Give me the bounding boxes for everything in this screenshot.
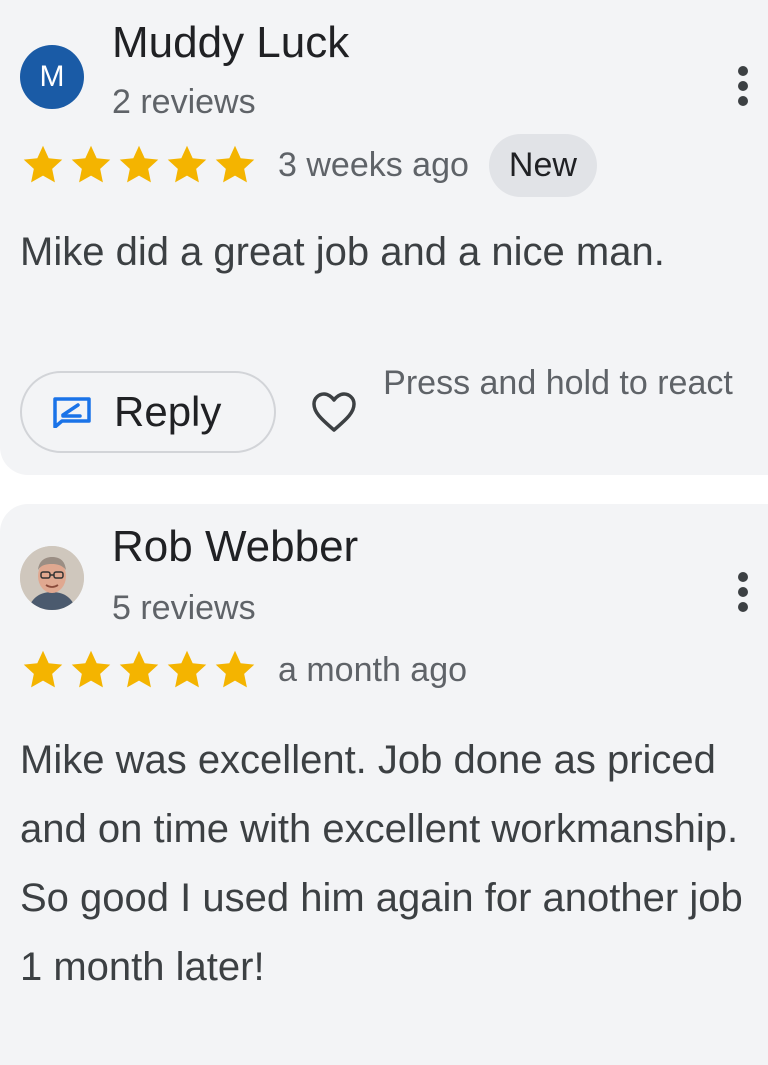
review-text: Mike was excellent. Job done as priced a… (20, 738, 743, 989)
rating-row: 3 weeks ago New (20, 133, 597, 197)
star-icon (71, 145, 111, 183)
avatar-letter: M (39, 60, 65, 93)
time-ago: a month ago (278, 650, 468, 689)
more-vert-icon[interactable] (728, 572, 758, 612)
reviewer-name[interactable]: Rob Webber (112, 522, 358, 572)
react-hint: Press and hold to react (383, 364, 733, 402)
reviewer-name[interactable]: Muddy Luck (112, 18, 349, 68)
rating-row: a month ago (20, 644, 467, 696)
avatar[interactable] (20, 546, 84, 610)
heart-icon[interactable] (310, 390, 358, 434)
review-card: Rob Webber 5 reviews a month ago Mike wa… (0, 504, 768, 1065)
time-ago: 3 weeks ago (278, 145, 469, 184)
star-rating (20, 648, 258, 692)
star-icon (167, 145, 207, 183)
review-card: M Muddy Luck 2 reviews 3 weeks ago New M… (0, 0, 768, 475)
star-icon (215, 145, 255, 183)
star-icon (71, 650, 111, 688)
star-icon (215, 650, 255, 688)
star-icon (23, 145, 63, 183)
review-count: 2 reviews (112, 83, 256, 121)
more-vert-icon[interactable] (728, 66, 758, 106)
star-icon (119, 650, 159, 688)
star-icon (167, 650, 207, 688)
avatar[interactable]: M (20, 45, 84, 109)
review-text: Mike did a great job and a nice man. (20, 230, 665, 274)
star-icon (119, 145, 159, 183)
avatar-photo (20, 546, 84, 610)
reply-label: Reply (114, 388, 222, 435)
star-rating (20, 143, 258, 187)
star-icon (23, 650, 63, 688)
review-count: 5 reviews (112, 589, 256, 627)
reply-icon (53, 397, 91, 428)
reply-button[interactable]: Reply (20, 371, 276, 453)
new-badge: New (488, 133, 597, 197)
